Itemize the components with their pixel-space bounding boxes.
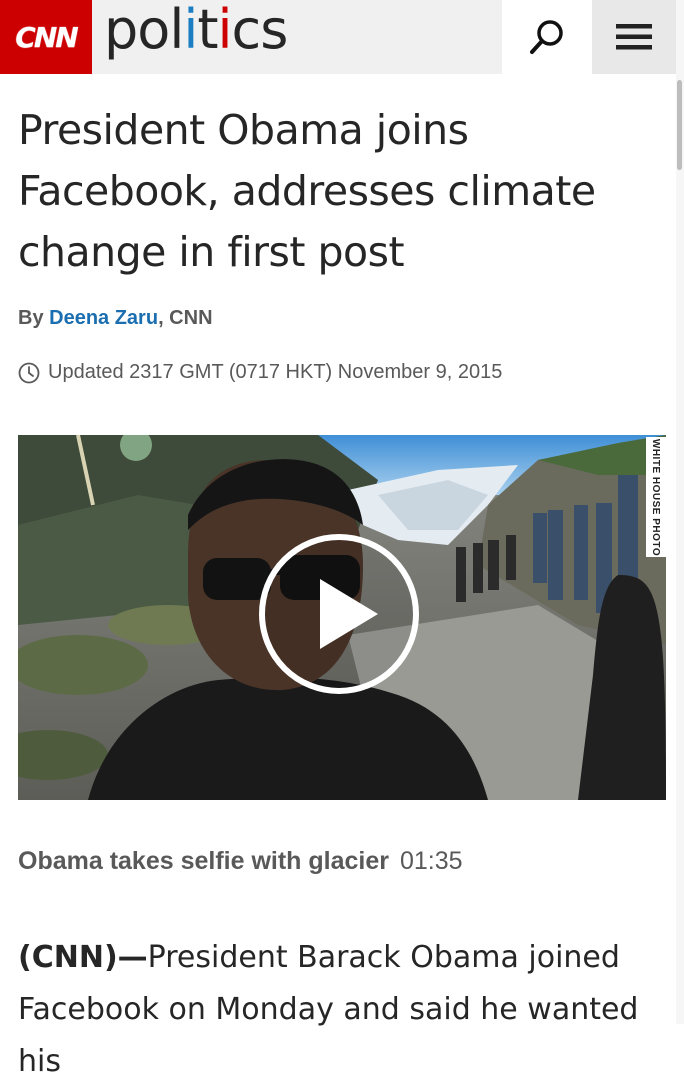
section-title-politics[interactable]: politics	[104, 0, 288, 62]
updated-timestamp: Updated 2317 GMT (0717 HKT) November 9, …	[18, 361, 502, 384]
site-header: CNN politics	[0, 0, 684, 74]
video-duration: 01:35	[399, 847, 463, 875]
scrollbar-thumb[interactable]	[677, 80, 682, 170]
clock-icon	[18, 362, 40, 384]
byline-suffix: , CNN	[158, 307, 213, 329]
lead-dash: —	[117, 940, 148, 975]
video-caption-title: Obama takes selfie with glacier	[18, 847, 389, 875]
article-body-paragraph: (CNN)—President Barack Obama joined Face…	[18, 932, 668, 1088]
search-button[interactable]	[502, 0, 592, 74]
lead-label: (CNN)	[18, 940, 118, 975]
hamburger-menu-icon	[616, 24, 652, 50]
video-player[interactable]: WHITE HOUSE PHOTO	[18, 435, 666, 800]
cnn-logo[interactable]: CNN	[0, 0, 92, 74]
menu-button[interactable]	[592, 0, 676, 74]
search-icon	[530, 20, 563, 54]
page-scrollbar[interactable]	[676, 0, 684, 1024]
updated-text: Updated 2317 GMT (0717 HKT) November 9, …	[48, 361, 503, 383]
byline: By Deena Zaru, CNN	[18, 307, 213, 330]
author-link[interactable]: Deena Zaru	[49, 307, 158, 329]
article-headline: President Obama joins Facebook, addresse…	[18, 106, 596, 276]
cnn-logo-text: CNN	[15, 20, 78, 54]
play-icon[interactable]	[258, 533, 420, 695]
photo-credit: WHITE HOUSE PHOTO	[646, 437, 666, 557]
byline-prefix: By	[18, 307, 50, 329]
video-caption[interactable]: Obama takes selfie with glacier 01:35	[18, 847, 463, 876]
